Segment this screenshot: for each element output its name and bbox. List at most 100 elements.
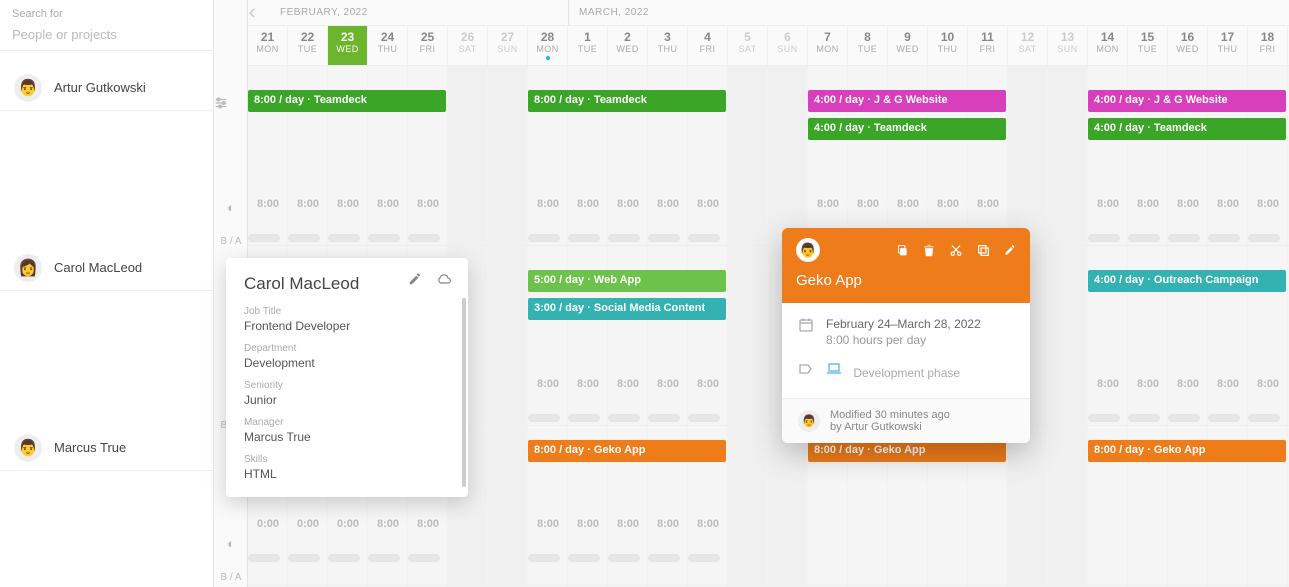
day-column[interactable]: 25FRI [408,26,448,65]
day-column[interactable]: 24THU [368,26,408,65]
capacity-pill [568,414,600,422]
capacity-pill [328,554,360,562]
day-column[interactable]: 8TUE [848,26,888,65]
hour-cell: 8:00 [608,518,648,530]
month-header: FEBRUARY, 2022 MARCH, 2022 [248,0,1289,26]
hour-cell: 8:00 [1208,198,1248,210]
edit-icon[interactable] [1004,244,1016,257]
day-column[interactable]: 16WED [1168,26,1208,65]
card-modified: Modified 30 minutes ago [830,409,950,421]
cloud-icon[interactable] [436,272,452,286]
booking-bar[interactable]: 8:00 / day · Geko App [1088,440,1286,462]
capacity-pill [528,414,560,422]
booking-bar[interactable]: 4:00 / day · Teamdeck [808,118,1006,140]
field-label: Seniority [244,380,450,391]
day-column[interactable]: 15TUE [1128,26,1168,65]
day-column[interactable]: 14MON [1088,26,1128,65]
capacity-pill [688,414,720,422]
hour-cell: 8:00 [608,198,648,210]
hour-cell: 8:00 [648,518,688,530]
card-dates: February 24–March 28, 2022 [826,317,981,331]
capacity-pill [408,234,440,242]
booking-bar[interactable]: 8:00 / day · Geko App [528,440,726,462]
capacity-pill [648,554,680,562]
hour-cell: 8:00 [528,198,568,210]
clock-icon[interactable]: ◐ [214,536,248,551]
day-column[interactable]: 2WED [608,26,648,65]
cut-icon[interactable] [949,244,963,257]
edit-icon[interactable] [408,272,422,286]
hour-cell: 8:00 [888,198,928,210]
day-column[interactable]: 1TUE [568,26,608,65]
search-input[interactable] [12,27,201,42]
hour-cell: 8:00 [1208,378,1248,390]
hour-cell: 8:00 [648,378,688,390]
hour-cell: 8:00 [568,518,608,530]
person-row-artur[interactable]: 👨 Artur Gutkowski [0,65,213,111]
booking-bar[interactable]: 8:00 / day · Teamdeck [528,90,726,112]
person-row-marcus[interactable]: 👨 Marcus True [0,425,213,471]
clock-icon[interactable]: ◐ [214,200,248,215]
person-name: Carol MacLeod [54,260,142,275]
day-column[interactable]: 11FRI [968,26,1008,65]
day-column[interactable]: 23WED [328,26,368,65]
capacity-pill [608,554,640,562]
hour-cell: 8:00 [528,518,568,530]
capacity-pill [568,234,600,242]
hour-cell: 8:00 [1088,378,1128,390]
delete-icon[interactable] [923,244,935,257]
booking-bar[interactable]: 4:00 / day · J & G Website [808,90,1006,112]
day-column[interactable]: 7MON [808,26,848,65]
hour-cell: 8:00 [1128,378,1168,390]
capacity-pill [688,554,720,562]
booking-bar[interactable]: 8:00 / day · Geko App [808,440,1006,462]
card-modified-by: by Artur Gutkowski [830,421,950,433]
field-value: Development [244,356,450,370]
filter-icon[interactable] [214,96,248,110]
day-column[interactable]: 9WED [888,26,928,65]
day-column[interactable]: 28MON [528,26,568,65]
day-column[interactable]: 27SUN [488,26,528,65]
person-name: Artur Gutkowski [54,80,146,95]
day-column[interactable]: 13SUN [1048,26,1088,65]
day-column[interactable]: 26SAT [448,26,488,65]
capacity-pill [1088,234,1120,242]
day-header: 21MON22TUE23WED24THU25FRI26SAT27SUN28MON… [248,26,1289,66]
laptop-icon [826,366,845,380]
booking-bar[interactable]: 3:00 / day · Social Media Content [528,298,726,320]
scrollbar[interactable] [462,298,466,487]
day-column[interactable]: 21MON [248,26,288,65]
booking-bar[interactable]: 4:00 / day · Outreach Campaign [1088,270,1286,292]
capacity-pill [288,554,320,562]
hour-cell: 8:00 [688,518,728,530]
capacity-pill [1128,234,1160,242]
prev-month-button[interactable] [248,8,278,18]
person-row-carol[interactable]: 👩 Carol MacLeod [0,245,213,291]
day-column[interactable]: 5SAT [728,26,768,65]
day-column[interactable]: 3THU [648,26,688,65]
duplicate-icon[interactable] [977,244,990,257]
capacity-pill [248,234,280,242]
day-column[interactable]: 22TUE [288,26,328,65]
sidebar: Search for 👨 Artur Gutkowski 👩 Carol Mac… [0,0,214,587]
day-column[interactable]: 17THU [1208,26,1248,65]
card-header: 👨 Geko App [782,228,1030,303]
capacity-pill [608,414,640,422]
avatar: 👨 [796,238,820,262]
copy-icon[interactable] [896,244,909,257]
hour-cell: 8:00 [1248,378,1288,390]
hour-cell: 8:00 [288,198,328,210]
day-column[interactable]: 6SUN [768,26,808,65]
booking-bar[interactable]: 4:00 / day · Teamdeck [1088,118,1286,140]
card-footer: 👨 Modified 30 minutes ago by Artur Gutko… [782,398,1030,443]
hour-cell: 8:00 [688,378,728,390]
booking-bar[interactable]: 4:00 / day · J & G Website [1088,90,1286,112]
booking-bar[interactable]: 8:00 / day · Teamdeck [248,90,446,112]
day-column[interactable]: 12SAT [1008,26,1048,65]
day-column[interactable]: 10THU [928,26,968,65]
day-column[interactable]: 18FRI [1248,26,1288,65]
capacity-pill [648,414,680,422]
booking-bar[interactable]: 5:00 / day · Web App [528,270,726,292]
day-column[interactable]: 4FRI [688,26,728,65]
field-label: Manager [244,417,450,428]
